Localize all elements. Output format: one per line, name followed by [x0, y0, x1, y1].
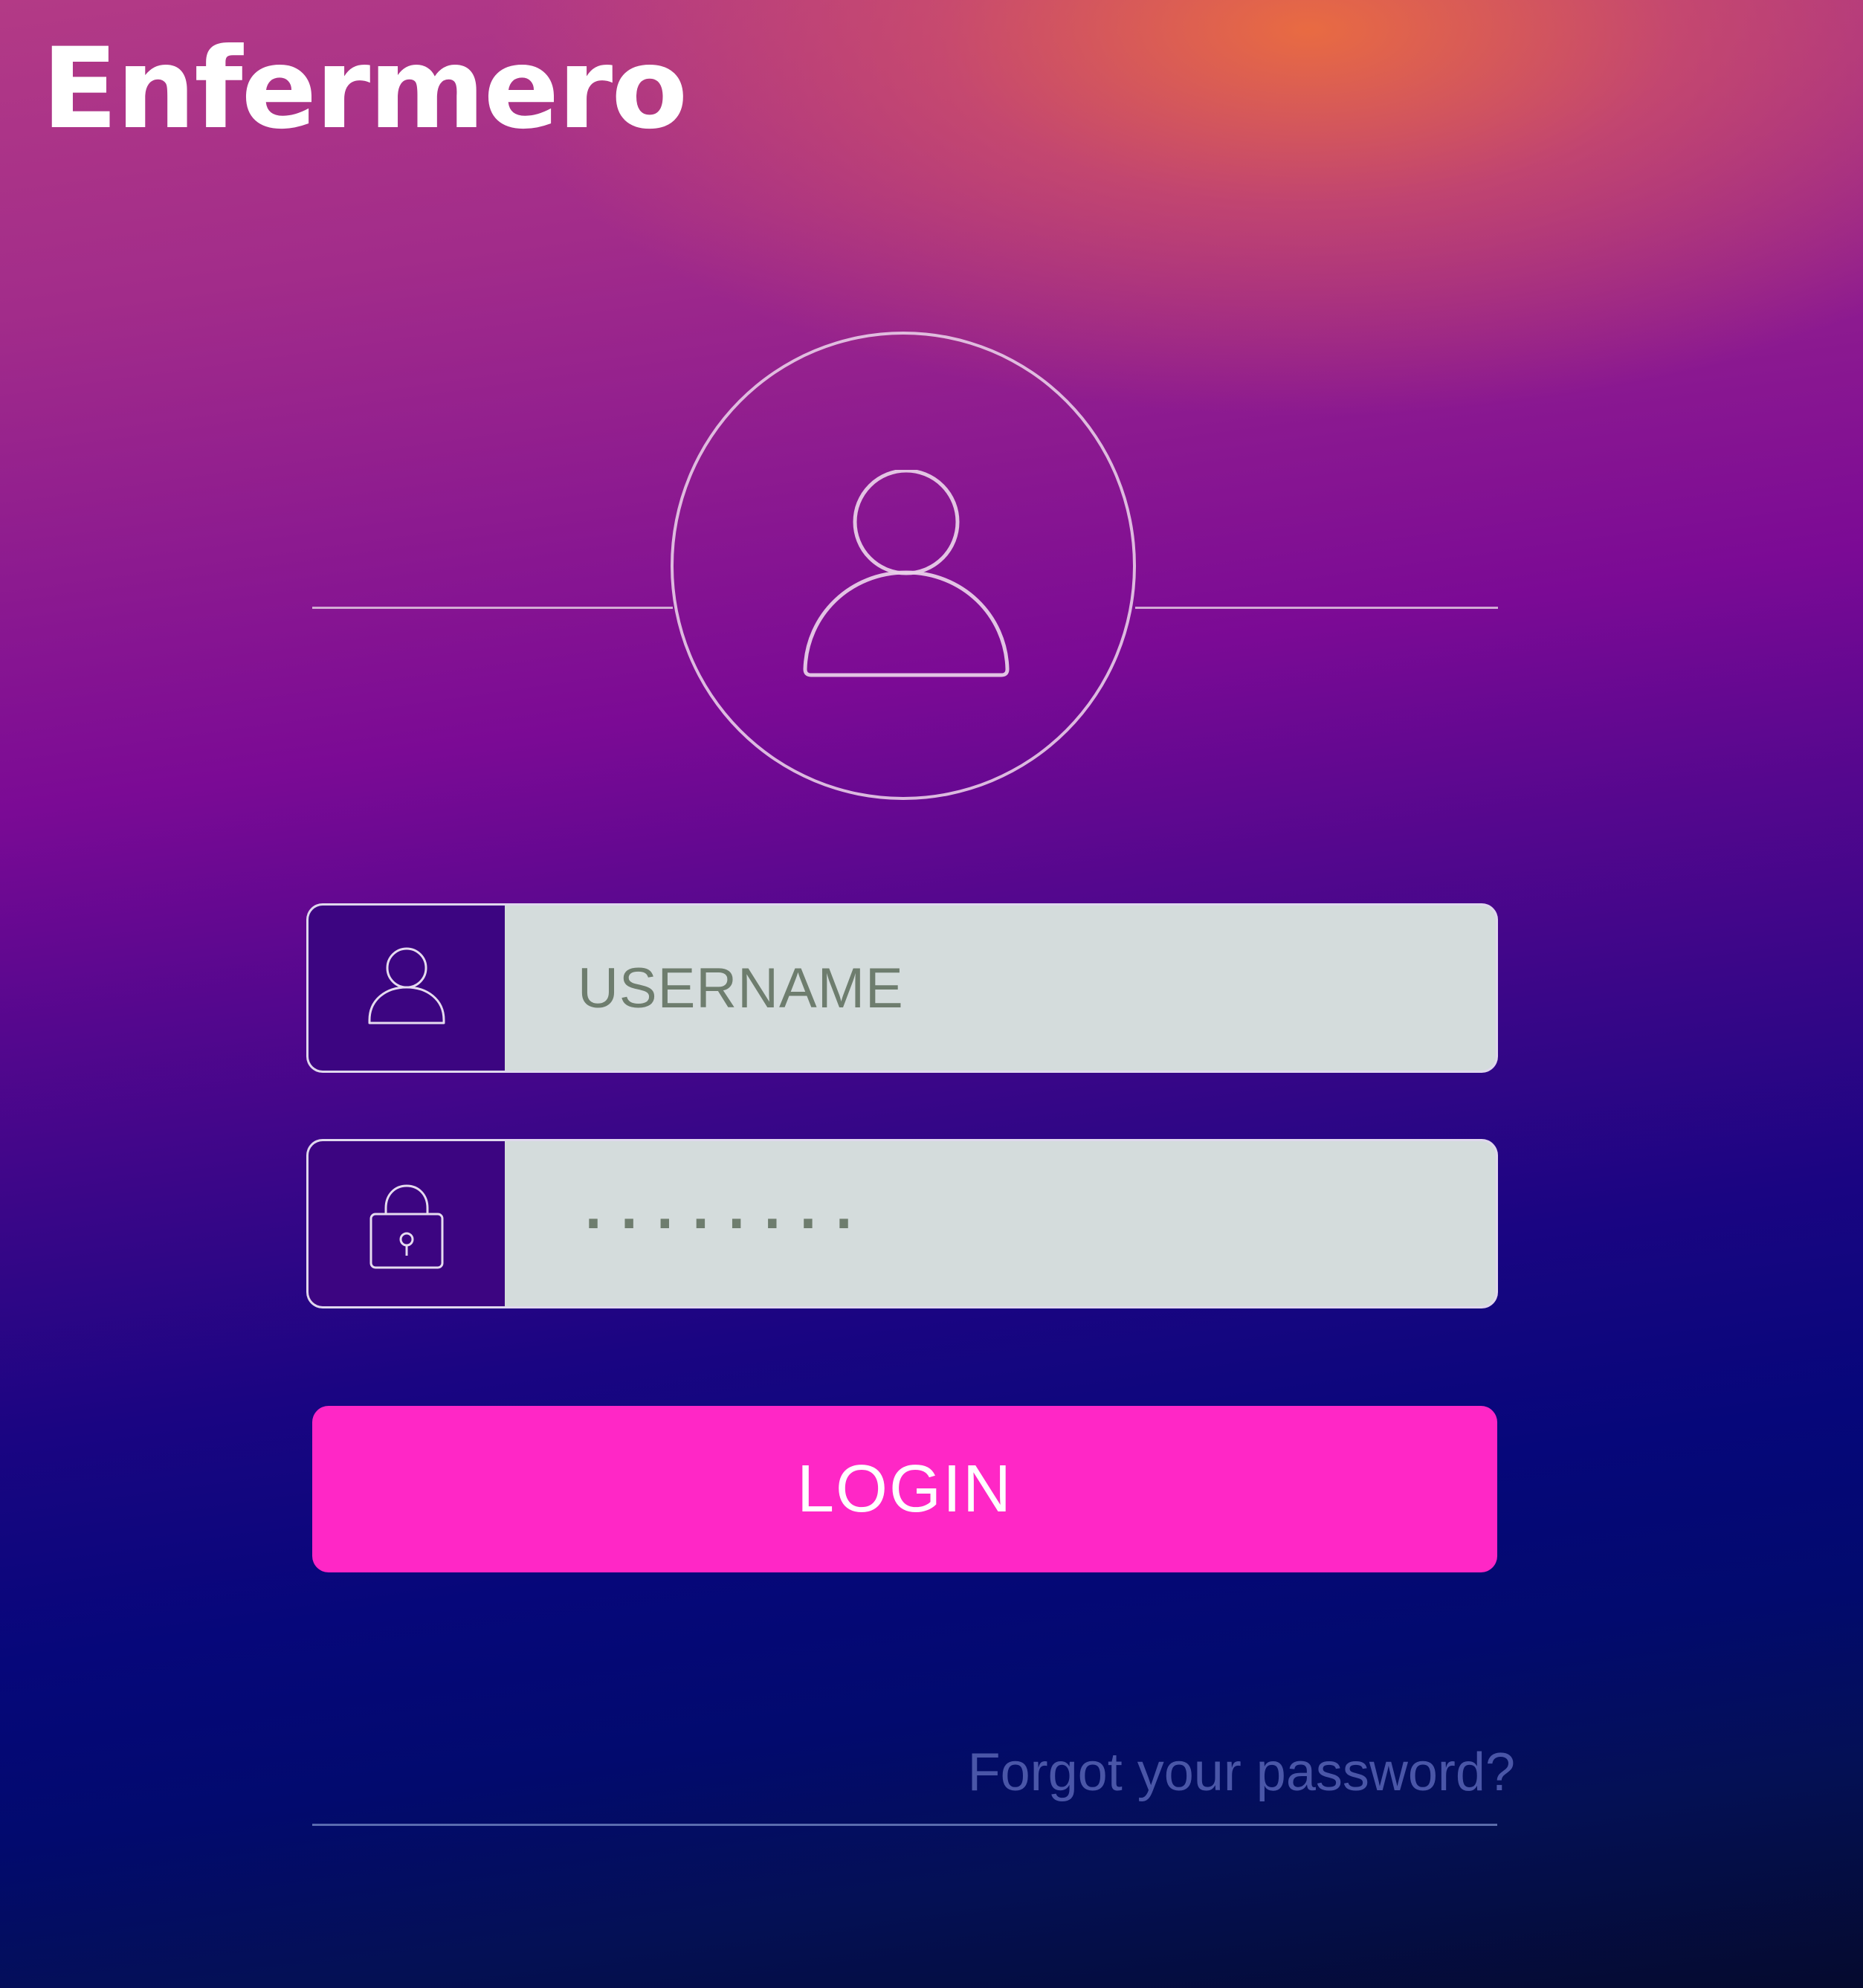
password-field[interactable]: ........: [306, 1139, 1498, 1308]
user-icon: [368, 947, 445, 1024]
lock-icon: [369, 1184, 444, 1269]
username-input[interactable]: USERNAME: [578, 906, 904, 1071]
username-field[interactable]: USERNAME: [306, 903, 1498, 1073]
forgot-password-link[interactable]: Forgot your password?: [968, 1742, 1515, 1803]
forgot-password-underline: [312, 1824, 1497, 1826]
avatar: [671, 332, 1136, 800]
login-screen: { "app": { "title": "Enfermero" }, "logi…: [0, 0, 1863, 1988]
app-title: Enfermero: [42, 25, 688, 154]
password-input[interactable]: ........: [578, 1141, 864, 1293]
login-button[interactable]: LOGIN: [312, 1406, 1497, 1572]
avatar-divider-right: [1135, 607, 1498, 609]
password-icon-box: [309, 1141, 505, 1306]
username-icon-box: [309, 906, 505, 1071]
avatar-divider-left: [312, 607, 673, 609]
user-avatar-icon: [803, 470, 1010, 677]
